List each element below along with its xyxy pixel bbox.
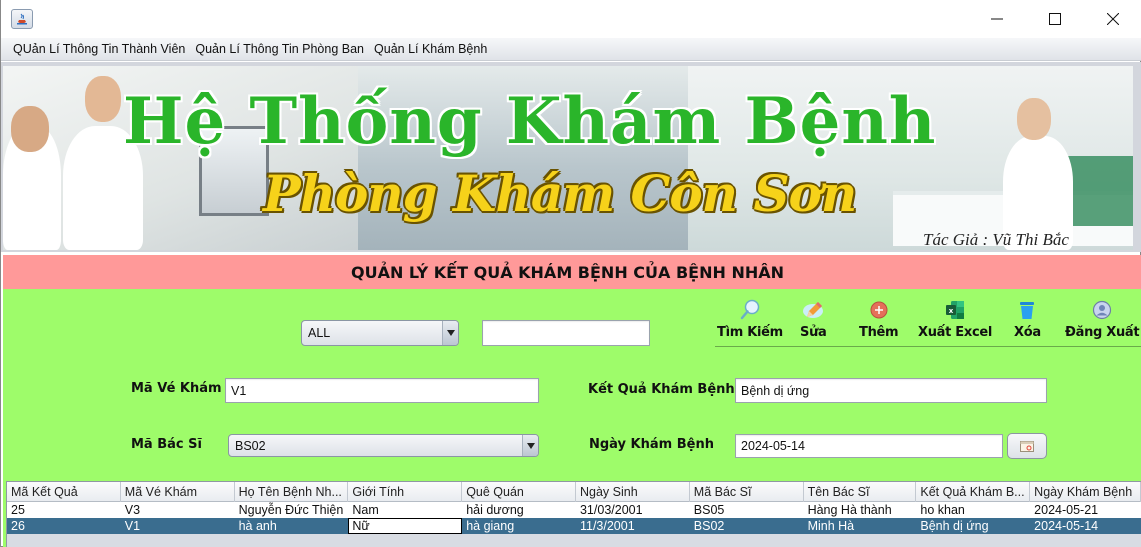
add-button-label: Thêm (859, 325, 899, 340)
column-header[interactable]: Mã Kết Quả (7, 482, 121, 502)
table-row[interactable]: 25 V3 Nguyễn Đức Thiện Nam hải dương 31/… (7, 502, 1141, 518)
banner: Hệ Thống Khám Bệnh Phòng Khám Côn Sơn Tá… (1, 62, 1141, 252)
menu-quan-li-kham-benh[interactable]: Quản Lí Khám Bệnh (370, 42, 491, 56)
add-button[interactable]: Thêm (859, 299, 899, 340)
table-cell[interactable]: BS02 (690, 518, 804, 534)
main-panel: ALL Tìm Kiếm Sửa Thêm x Xuất Excel Xóa Đ… (3, 289, 1141, 547)
minimize-icon (991, 18, 1003, 20)
table-cell[interactable]: V3 (121, 502, 235, 518)
edit-button-label: Sửa (800, 325, 827, 340)
table-cell[interactable]: 26 (7, 518, 121, 534)
table-cell[interactable]: BS05 (690, 502, 804, 518)
table-cell[interactable]: Minh Hà (804, 518, 917, 534)
edit-button[interactable]: Sửa (800, 299, 827, 340)
user-avatar-icon (1091, 299, 1113, 321)
title-bar (1, 0, 1141, 38)
column-header[interactable]: Mã Vé Khám (121, 482, 235, 502)
table-cell[interactable]: ho khan (916, 502, 1030, 518)
toolbar-divider (715, 346, 1141, 347)
section-title: QUẢN LÝ KẾT QUẢ KHÁM BỆNH CỦA BỆNH NHÂN (350, 262, 784, 282)
ngay-kham-label: Ngày Khám Bệnh (589, 437, 714, 452)
table-cell[interactable]: hà anh (235, 518, 349, 534)
minimize-button[interactable] (974, 4, 1020, 34)
ma-ve-kham-input[interactable]: V1 (225, 378, 539, 403)
date-picker-button[interactable] (1007, 433, 1047, 459)
delete-button[interactable]: Xóa (1014, 299, 1041, 340)
column-header[interactable]: Kết Quả Khám B... (916, 482, 1031, 502)
ket-qua-kham-input[interactable]: Bệnh dị ứng (735, 378, 1047, 403)
close-icon (1107, 13, 1119, 25)
export-excel-label: Xuất Excel (918, 325, 993, 340)
column-header[interactable]: Quê Quán (462, 482, 576, 502)
ket-qua-kham-label: Kết Quả Khám Bệnh (588, 382, 735, 397)
maximize-icon (1049, 13, 1061, 25)
column-header[interactable]: Tên Bác Sĩ (804, 482, 917, 502)
column-header[interactable]: Ngày Khám Bệnh (1030, 482, 1141, 502)
section-header: QUẢN LÝ KẾT QUẢ KHÁM BỆNH CỦA BỆNH NHÂN (3, 255, 1141, 289)
close-button[interactable] (1090, 4, 1136, 34)
column-header[interactable]: Ngày Sinh (576, 482, 690, 502)
table-cell[interactable]: V1 (121, 518, 235, 534)
table-cell[interactable]: 2024-05-21 (1030, 502, 1141, 518)
column-header[interactable]: Mã Bác Sĩ (690, 482, 804, 502)
table-cell-focused[interactable]: Nữ (348, 518, 463, 534)
menu-bar: QUản Lí Thông Tin Thành Viên Quản Lí Thô… (1, 38, 1141, 61)
search-button[interactable]: Tìm Kiếm (717, 299, 783, 340)
maximize-button[interactable] (1032, 4, 1078, 34)
magnifier-icon (739, 299, 761, 321)
menu-quan-li-thanh-vien[interactable]: QUản Lí Thông Tin Thành Viên (9, 42, 189, 56)
table-cell[interactable]: hải dương (462, 502, 576, 518)
app-window: QUản Lí Thông Tin Thành Viên Quản Lí Thô… (0, 0, 1141, 547)
table-cell[interactable]: Bệnh dị ứng (916, 518, 1030, 534)
banner-title: Hệ Thống Khám Bệnh (123, 84, 937, 159)
table-cell[interactable]: 11/3/2001 (576, 518, 690, 534)
ma-bac-si-combo[interactable]: BS02 (228, 434, 539, 457)
ma-ve-kham-label: Mã Vé Khám (131, 381, 222, 396)
search-button-label: Tìm Kiếm (717, 325, 783, 340)
table-cell[interactable]: hà giang (462, 518, 576, 534)
search-input[interactable] (482, 320, 650, 346)
menu-quan-li-phong-ban[interactable]: Quản Lí Thông Tin Phòng Ban (191, 42, 368, 56)
chevron-down-icon[interactable] (442, 321, 458, 345)
table-cell[interactable]: 31/03/2001 (576, 502, 690, 518)
trash-icon (1016, 299, 1038, 321)
java-app-icon (11, 9, 33, 29)
logout-button[interactable]: Đăng Xuất (1065, 299, 1140, 340)
pencil-icon (802, 299, 824, 321)
results-table: Mã Kết Quả Mã Vé Khám Họ Tên Bệnh Nh... … (6, 481, 1141, 547)
table-cell[interactable]: Hàng Hà thành (804, 502, 917, 518)
filter-combo[interactable]: ALL (301, 320, 459, 346)
ngay-kham-input[interactable]: 2024-05-14 (735, 434, 1003, 458)
column-header[interactable]: Họ Tên Bệnh Nh... (235, 482, 349, 502)
svg-text:x: x (949, 307, 954, 315)
filter-combo-value: ALL (308, 326, 331, 340)
logout-button-label: Đăng Xuất (1065, 325, 1140, 340)
table-cell[interactable]: 2024-05-14 (1030, 518, 1141, 534)
calendar-icon (1020, 440, 1034, 452)
banner-subtitle: Phòng Khám Côn Sơn (263, 164, 857, 223)
column-header[interactable]: Giới Tính (348, 482, 463, 502)
plus-circle-icon (868, 299, 890, 321)
banner-author: Tác Giả : Vũ Thi Bắc (923, 230, 1069, 249)
table-row-selected[interactable]: 26 V1 hà anh Nữ hà giang 11/3/2001 BS02 … (7, 518, 1141, 534)
table-cell[interactable]: Nguyễn Đức Thiện (235, 502, 349, 518)
table-cell[interactable]: Nam (348, 502, 462, 518)
chevron-down-icon[interactable] (522, 435, 538, 456)
table-cell[interactable]: 25 (7, 502, 121, 518)
delete-button-label: Xóa (1014, 325, 1041, 340)
ma-bac-si-value: BS02 (235, 438, 266, 453)
table-header: Mã Kết Quả Mã Vé Khám Họ Tên Bệnh Nh... … (7, 482, 1141, 502)
ma-bac-si-label: Mã Bác Sĩ (131, 437, 202, 452)
export-excel-button[interactable]: x Xuất Excel (918, 299, 992, 340)
excel-icon: x (944, 299, 966, 321)
